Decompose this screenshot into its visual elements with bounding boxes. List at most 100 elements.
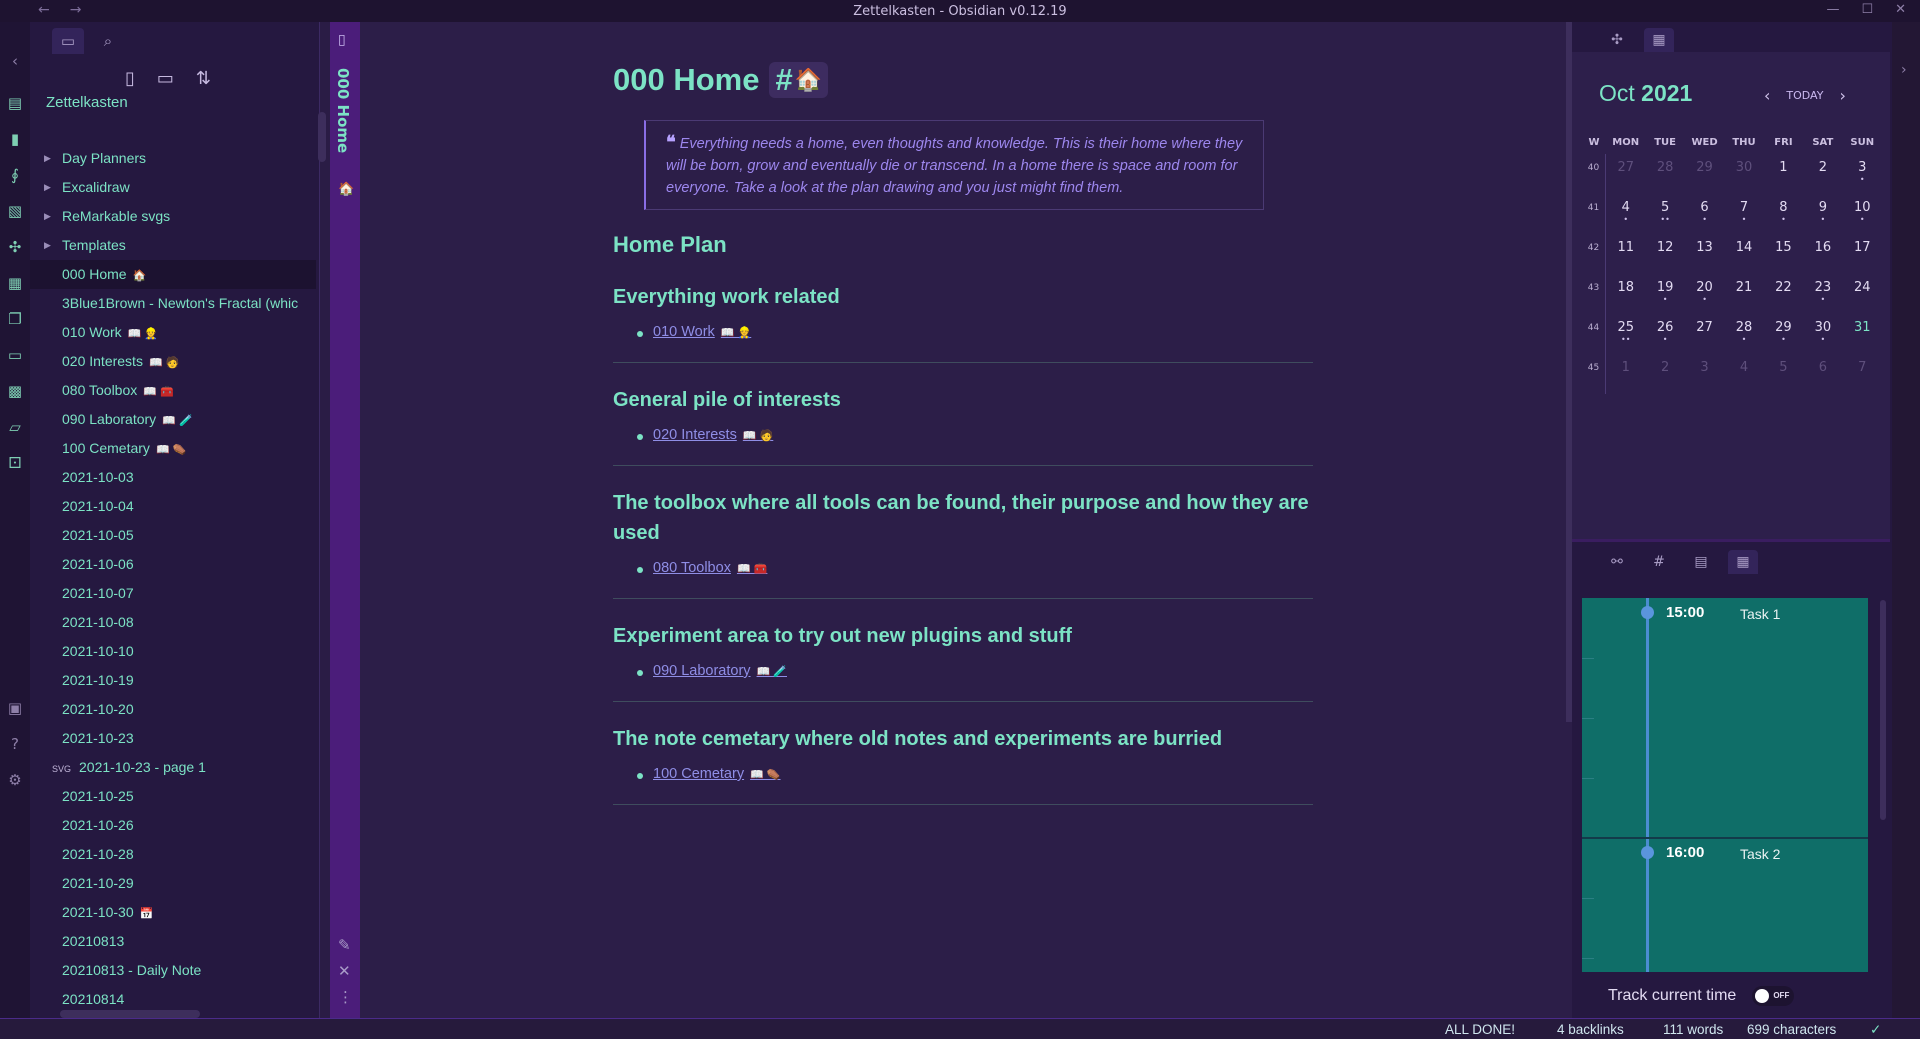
file-item[interactable]: 100 Cemetary 📖 ⚰️ [30,434,316,463]
pane-vertical-title[interactable]: 000 Home [334,68,352,153]
files-tab-folder-icon[interactable]: ▭ [52,28,84,54]
collapse-left-icon[interactable]: ‹ [6,52,24,70]
file-item[interactable]: 2021-10-07 [30,579,316,608]
calendar-day[interactable]: 25 •• [1606,314,1645,354]
cards-icon[interactable]: ▭ [6,346,24,364]
calendar-day[interactable]: 4 • [1606,194,1645,234]
folder-item[interactable]: ▶ Templates [30,231,316,260]
new-folder-icon[interactable]: ▭ [157,68,174,89]
file-item[interactable]: 2021-10-06 [30,550,316,579]
file-item[interactable]: 2021-10-25 [30,782,316,811]
calendar-day[interactable]: 9 • [1803,194,1842,234]
file-item[interactable]: 2021-10-10 [30,637,316,666]
calendar-day[interactable]: 7 • [1724,194,1763,234]
file-item[interactable]: 2021-10-30 📅 [30,898,316,927]
file-item[interactable]: 000 Home 🏠 [30,260,316,289]
week-number[interactable]: 44 [1582,314,1606,354]
file-item[interactable]: 2021-10-26 [30,811,316,840]
table-icon[interactable]: ▤ [6,94,24,112]
graph-view-tab-icon[interactable]: ✣ [1602,28,1632,52]
calendar-day[interactable]: 18 [1606,274,1645,314]
calendar-day[interactable]: 22 [1764,274,1803,314]
file-item[interactable]: 2021-10-05 [30,521,316,550]
folder-item[interactable]: ▶ Day Planners [30,144,316,173]
tags-tab-icon[interactable]: # [1644,550,1674,574]
inbox-icon[interactable]: ▱ [6,418,24,436]
calendar-day[interactable]: 5 [1764,354,1803,394]
file-item[interactable]: 2021-10-20 [30,695,316,724]
calendar-day[interactable]: 29 [1685,154,1724,194]
folder-caret-icon[interactable]: ▶ [44,173,51,202]
week-number[interactable]: 41 [1582,194,1606,234]
file-item[interactable]: 2021-10-04 [30,492,316,521]
folder-caret-icon[interactable]: ▶ [44,202,51,231]
calendar-day[interactable]: 14 [1724,234,1763,274]
calendar-day[interactable]: 6 [1803,354,1842,394]
calendar-day[interactable]: 30 • [1803,314,1842,354]
vault-name[interactable]: Zettelkasten [46,94,128,111]
calendar-day[interactable]: 28 • [1724,314,1763,354]
calendar-icon[interactable]: ▦ [6,274,24,292]
dice-icon[interactable]: ⚀ [6,454,24,472]
backlinks-tab-icon[interactable]: ⚯ [1602,550,1632,574]
calendar-day[interactable]: 6 • [1685,194,1724,234]
help-icon[interactable]: ? [6,735,24,753]
calendar-day[interactable]: 2 [1803,154,1842,194]
file-item[interactable]: 2021-10-08 [30,608,316,637]
search-tab-search-icon[interactable]: ⌕ [92,28,124,54]
calendar-day[interactable]: 17 [1843,234,1882,274]
calendar-day[interactable]: 11 [1606,234,1645,274]
file-item[interactable]: 2021-10-29 [30,869,316,898]
week-number[interactable]: 45 [1582,354,1606,394]
calendar-day[interactable]: 12 [1645,234,1684,274]
calendar-day[interactable]: 7 [1843,354,1882,394]
calendar-day[interactable]: 1 [1764,154,1803,194]
internal-link[interactable]: 010 Work 📖 👷 [653,324,751,340]
calendar-day[interactable]: 30 [1724,154,1763,194]
sync-check-icon[interactable]: ✓ [1870,1022,1881,1038]
explorer-scrollbar[interactable] [318,112,326,162]
folder-caret-icon[interactable]: ▶ [44,231,51,260]
calendar-day[interactable]: 24 [1843,274,1882,314]
internal-link[interactable]: 100 Cemetary 📖 ⚰️ [653,766,781,782]
calendar-day[interactable]: 5 •• [1645,194,1684,234]
folder-item[interactable]: ▶ ReMarkable svgs [30,202,316,231]
calendar-day[interactable]: 27 [1606,154,1645,194]
week-number[interactable]: 42 [1582,234,1606,274]
next-month-chevron-icon[interactable]: › [1839,86,1845,105]
calendar-day[interactable]: 3 [1685,354,1724,394]
settings-gear-icon[interactable]: ⚙ [6,771,24,789]
calendar-day[interactable]: 28 [1645,154,1684,194]
file-item[interactable]: 20210814 [30,985,316,1014]
calendar-day[interactable]: 15 [1764,234,1803,274]
calendar-day[interactable]: 26 • [1645,314,1684,354]
internal-link[interactable]: 090 Laboratory 📖 🧪 [653,663,787,679]
status-backlinks[interactable]: 4 backlinks [1557,1022,1624,1037]
folder-caret-icon[interactable]: ▶ [44,144,51,173]
minimize-icon[interactable]: — [1826,2,1839,17]
calendar-day[interactable]: 4 [1724,354,1763,394]
notes-icon[interactable]: ▧ [6,202,24,220]
collapse-right-icon[interactable]: › [1901,62,1907,78]
today-button[interactable]: TODAY [1786,89,1823,102]
file-item[interactable]: 080 Toolbox 📖 🧰 [30,376,316,405]
close-icon[interactable]: ✕ [1895,2,1906,17]
internal-link[interactable]: 080 Toolbox 📖 🧰 [653,560,767,576]
calendar-day[interactable]: 13 [1685,234,1724,274]
edit-pencil-icon[interactable]: ✎ [338,936,351,954]
new-note-icon[interactable]: ▯ [125,68,135,89]
sort-icon[interactable]: ⇅ [196,68,211,89]
copy-icon[interactable]: ❐ [6,310,24,328]
folder-item[interactable]: ▶ Excalidraw [30,173,316,202]
file-item[interactable]: 010 Work 📖 👷 [30,318,316,347]
file-item[interactable]: 3Blue1Brown - Newton's Fractal (whic [30,289,316,318]
vault-icon[interactable]: ▣ [6,699,24,717]
task-label[interactable]: Task 2 [1740,846,1780,862]
calendar-day[interactable]: 20 • [1685,274,1724,314]
file-item[interactable]: SVG 2021-10-23 - page 1 [30,753,316,782]
calendar-day[interactable]: 10 • [1843,194,1882,234]
document-icon[interactable]: ▮ [6,130,24,148]
track-time-toggle[interactable]: OFF [1752,986,1795,1006]
calendar-day[interactable]: 29 • [1764,314,1803,354]
graph-icon[interactable]: ✣ [6,238,24,256]
